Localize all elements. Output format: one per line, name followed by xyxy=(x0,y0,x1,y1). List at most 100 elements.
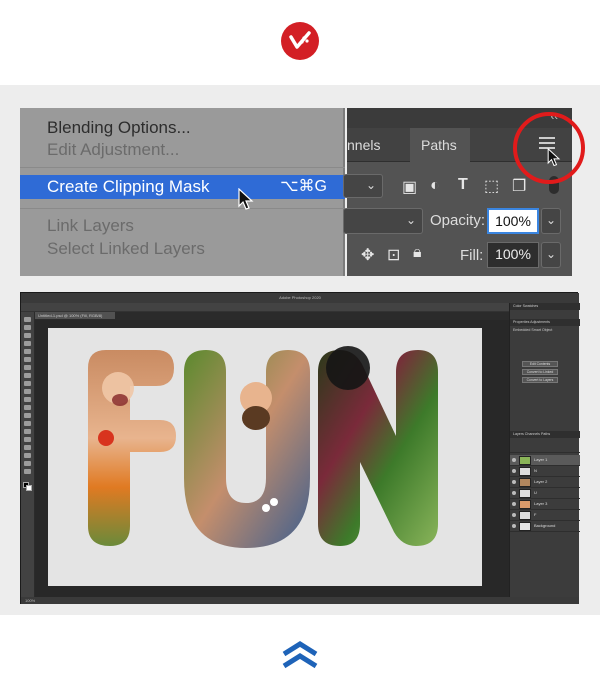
fill-label: Fill: xyxy=(460,247,484,264)
menu-item-blending-options[interactable]: Blending Options... xyxy=(20,116,345,140)
type-tool-icon[interactable] xyxy=(24,437,31,442)
blur-tool-icon[interactable] xyxy=(24,413,31,418)
photoshop-window: Adobe Photoshop 2020 Untitled-1.psd @ 10… xyxy=(20,292,580,604)
opacity-input[interactable]: 100% xyxy=(487,208,539,234)
double-chevron-up-icon[interactable] xyxy=(280,640,320,670)
layer-row[interactable]: U xyxy=(510,488,580,499)
visibility-eye-icon[interactable] xyxy=(512,458,516,462)
visibility-eye-icon[interactable] xyxy=(512,480,516,484)
convert-to-layers-button[interactable]: Convert to Layers xyxy=(522,377,558,383)
dodge-tool-icon[interactable] xyxy=(24,421,31,426)
marquee-tool-icon[interactable] xyxy=(24,325,31,330)
hand-tool-icon[interactable] xyxy=(24,461,31,466)
fun-artwork xyxy=(88,346,438,548)
image-filter-icon[interactable]: ▣ xyxy=(402,177,417,197)
canvas[interactable] xyxy=(48,328,482,586)
canvas-area xyxy=(35,320,509,597)
menu-divider xyxy=(20,208,345,209)
zoom-tool-icon[interactable] xyxy=(24,469,31,474)
menu-item-label: Link Layers xyxy=(47,216,134,235)
menu-item-label: Blending Options... xyxy=(47,118,191,137)
fill-input[interactable]: 100% xyxy=(487,242,539,268)
layer-name: Background xyxy=(534,523,556,528)
chevron-down-icon: ⌄ xyxy=(365,178,376,192)
properties-title: Embedded Smart Object xyxy=(513,328,553,332)
layer-thumbnail xyxy=(519,478,531,487)
menu-item-create-clipping-mask[interactable]: Create Clipping Mask ⌥⌘G xyxy=(20,175,345,199)
brush-tool-icon[interactable] xyxy=(24,373,31,378)
visibility-eye-icon[interactable] xyxy=(512,491,516,495)
layer-row[interactable]: Layer 1 xyxy=(510,455,580,466)
smart-object-filter-icon[interactable]: ❐ xyxy=(512,176,526,196)
menu-divider xyxy=(20,167,345,168)
layer-name: Layer 2 xyxy=(534,479,548,484)
layer-thumbnail xyxy=(519,467,531,476)
tab-channels[interactable]: nnels xyxy=(347,137,380,153)
visibility-eye-icon[interactable] xyxy=(512,469,516,473)
menu-item-select-linked-layers: Select Linked Layers xyxy=(20,237,345,261)
color-panel-tabs: Color Swatches xyxy=(510,303,580,310)
lock-position-icon[interactable]: ✥ xyxy=(361,245,374,265)
layer-row[interactable]: Background xyxy=(510,521,580,532)
layer-name: Layer 1 xyxy=(534,457,548,462)
blend-mode-dropdown[interactable]: ⌄ xyxy=(343,208,423,234)
tab-paths[interactable]: Paths xyxy=(421,137,457,153)
visibility-eye-icon[interactable] xyxy=(512,524,516,528)
type-filter-icon[interactable]: T xyxy=(458,176,468,194)
right-panels: Color Swatches Properties Adjustments Em… xyxy=(509,303,580,597)
properties-tabs[interactable]: Properties Adjustments xyxy=(510,319,580,326)
layer-row[interactable]: F xyxy=(510,510,580,521)
menu-item-link-layers: Link Layers xyxy=(20,214,345,238)
opacity-label: Opacity: xyxy=(430,212,486,229)
opacity-dropdown[interactable]: ⌄ xyxy=(541,208,561,234)
pen-tool-icon[interactable] xyxy=(24,429,31,434)
path-select-icon[interactable] xyxy=(24,445,31,450)
layer-thumbnail xyxy=(519,500,531,509)
layer-row[interactable]: Layer 2 xyxy=(510,477,580,488)
visibility-eye-icon[interactable] xyxy=(512,502,516,506)
eyedropper-tool-icon[interactable] xyxy=(24,357,31,362)
letter-f xyxy=(88,350,176,546)
eraser-tool-icon[interactable] xyxy=(24,397,31,402)
lock-artboard-icon[interactable]: ⊡ xyxy=(387,245,400,265)
menu-item-edit-adjustment: Edit Adjustment... xyxy=(20,138,345,162)
context-menu: Blending Options... Edit Adjustment... C… xyxy=(20,108,345,276)
menu-item-label: Edit Adjustment... xyxy=(47,140,180,159)
status-bar: 100% xyxy=(21,597,579,604)
visibility-eye-icon[interactable] xyxy=(512,513,516,517)
layer-row[interactable]: N xyxy=(510,466,580,477)
shape-filter-icon[interactable]: ⬚ xyxy=(484,176,499,196)
layer-row[interactable]: Layer 3 xyxy=(510,499,580,510)
history-brush-icon[interactable] xyxy=(24,389,31,394)
tools-panel xyxy=(21,312,34,597)
layers-tabs[interactable]: Layers Channels Paths xyxy=(510,431,580,438)
layer-name: U xyxy=(534,490,537,495)
page: Blending Options... Edit Adjustment... C… xyxy=(0,0,600,700)
window-title: Adobe Photoshop 2020 xyxy=(21,293,579,303)
edit-contents-button[interactable]: Edit Contents xyxy=(522,361,558,367)
layer-name: N xyxy=(534,468,537,473)
select-tool-icon[interactable] xyxy=(24,341,31,346)
document-tab[interactable]: Untitled-1.psd @ 100% (Fill, RGB/8) xyxy=(35,312,115,319)
layer-name: F xyxy=(534,512,537,517)
highlight-circle xyxy=(513,112,585,184)
adjustment-filter-icon[interactable]: ◐ xyxy=(430,177,440,195)
gradient-tool-icon[interactable] xyxy=(24,405,31,410)
fill-dropdown[interactable]: ⌄ xyxy=(541,242,561,268)
lock-all-icon[interactable]: 🔒︎ xyxy=(413,244,422,262)
convert-to-linked-button[interactable]: Convert to Linked xyxy=(522,369,558,375)
stamp-tool-icon[interactable] xyxy=(24,381,31,386)
brand-logo-icon xyxy=(281,22,319,60)
lasso-tool-icon[interactable] xyxy=(24,333,31,338)
letter-u xyxy=(184,350,310,548)
chevron-down-icon: ⌄ xyxy=(405,213,416,227)
background-color-swatch[interactable] xyxy=(26,485,32,491)
chevron-down-icon: ⌄ xyxy=(546,247,557,261)
layer-thumbnail xyxy=(519,522,531,531)
move-tool-icon[interactable] xyxy=(24,317,31,322)
healing-tool-icon[interactable] xyxy=(24,365,31,370)
crop-tool-icon[interactable] xyxy=(24,349,31,354)
layers-options-row xyxy=(510,441,580,453)
filter-dropdown[interactable]: ⌄ xyxy=(343,174,383,198)
shape-tool-icon[interactable] xyxy=(24,453,31,458)
